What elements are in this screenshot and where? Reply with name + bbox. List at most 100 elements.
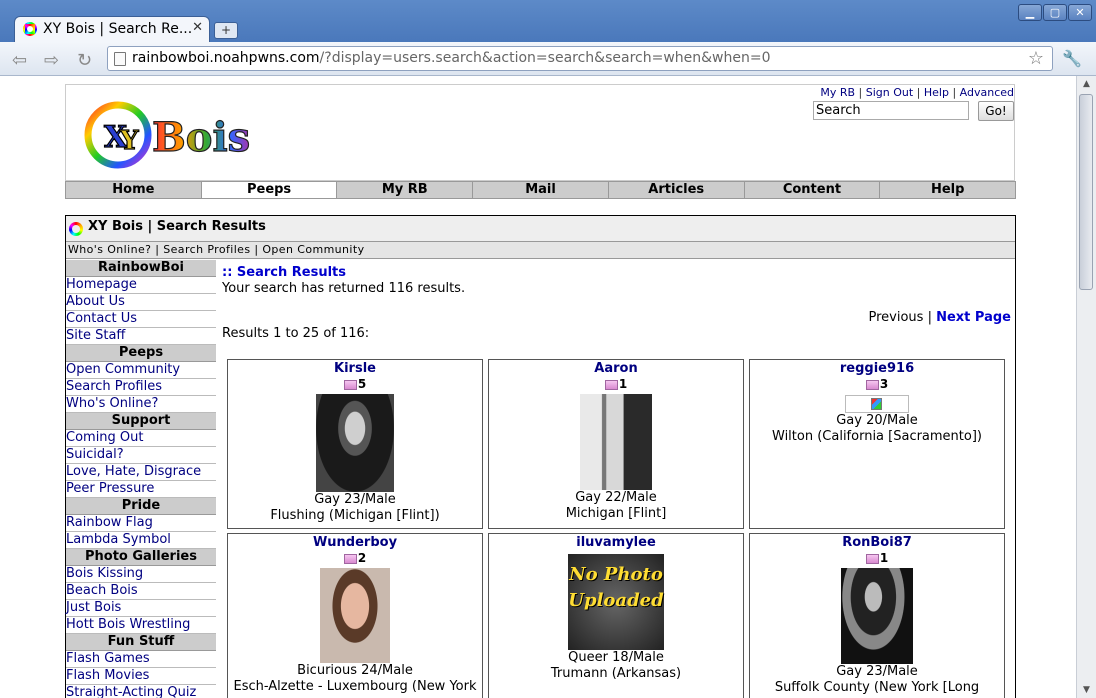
svg-text:Y: Y [119,126,139,156]
close-tab-icon[interactable]: ✕ [192,20,203,35]
sidebar-item-hott-bois-wrestling[interactable]: Hott Bois Wrestling [66,617,216,634]
username-link[interactable]: iluvamylee [489,535,743,551]
user-result-card: Wunderboy 2 Bicurious 24/Male Esch-Alzette … [227,533,483,698]
sidebar-section-title: RainbowBoi [66,260,216,277]
sidebar-item-straight-acting-quiz[interactable]: Straight-Acting Quiz [66,685,216,698]
address-url[interactable]: rainbowboi.noahpwns.com/?display=users.s… [132,50,771,66]
user-orientation-age: Gay 22/Male [575,490,657,505]
help-link[interactable]: Help [924,86,949,99]
scroll-up-arrow-icon[interactable]: ▲ [1077,76,1096,92]
browser-tab[interactable]: XY Bois | Search Re... ✕ [14,16,210,42]
username-link[interactable]: Wunderboy [228,535,482,551]
tab-title: XY Bois | Search Re... [43,21,193,37]
username-link[interactable]: Aaron [489,361,743,377]
sidebar-item-flash-movies[interactable]: Flash Movies [66,668,216,685]
sidebar-item-contact-us[interactable]: Contact Us [66,311,216,328]
user-location: Suffolk County (New York [Long [774,680,980,695]
sidebar-item-beach-bois[interactable]: Beach Bois [66,583,216,600]
username-link[interactable]: Kirsle [228,361,482,377]
new-tab-button[interactable]: + [214,22,238,39]
photo-album-icon [865,553,879,564]
sidebar-item-site-staff[interactable]: Site Staff [66,328,216,345]
forward-icon[interactable]: ⇨ [44,50,59,71]
sidebar-item-just-bois[interactable]: Just Bois [66,600,216,617]
sidebar-item-open-community[interactable]: Open Community [66,362,216,379]
photo-count [489,551,743,553]
no-photo-placeholder[interactable]: No Photo Uploaded [568,554,664,650]
site-search-input[interactable]: Search [813,101,969,120]
next-page-link[interactable]: Next Page [936,310,1011,325]
sidebar-item-love-hate-disgrace[interactable]: Love, Hate, Disgrace [66,464,216,481]
address-bar[interactable]: rainbowboi.noahpwns.com/?display=users.s… [107,46,1053,71]
page-icon [114,52,126,66]
maximize-window-button[interactable]: ▢ [1043,4,1067,21]
sidebar-item-peer-pressure[interactable]: Peer Pressure [66,481,216,498]
browser-tabstrip: XY Bois | Search Re... ✕ + ▁ ▢ ✕ [0,0,1096,42]
nav-my-rb[interactable]: My RB [337,182,474,198]
sidebar-item-homepage[interactable]: Homepage [66,277,216,294]
main-navigation: Home Peeps My RB Mail Articles Content H… [65,181,1016,199]
user-photo[interactable] [580,394,652,490]
vertical-scrollbar[interactable]: ▲ ▼ [1076,76,1096,698]
results-range: Results 1 to 25 of 116: [222,326,370,341]
photo-count: 1 [750,551,1004,567]
user-orientation-age: Gay 23/Male [314,492,396,507]
sidebar-section-title: Support [66,413,216,430]
username-link[interactable]: reggie916 [750,361,1004,377]
go-button[interactable]: Go! [978,101,1014,121]
user-result-card: iluvamylee No Photo Uploaded Queer 18/Male… [488,533,744,698]
page-viewport: X Y Bois My RB | Sign Out | Help | Advan… [0,76,1076,698]
browser-toolbar: ⇦ ⇨ ↻ rainbowboi.noahpwns.com/?display=u… [0,42,1096,76]
search-results-box: XY Bois | Search Results Who's Online? |… [65,215,1016,698]
photo-count-value: 2 [357,551,367,565]
photo-album-icon [343,379,357,390]
back-icon[interactable]: ⇦ [12,50,27,71]
sidebar-item-about-us[interactable]: About Us [66,294,216,311]
minimize-window-button[interactable]: ▁ [1018,4,1042,21]
scrollbar-thumb[interactable] [1079,94,1093,290]
sidebar-item-who-s-online[interactable]: Who's Online? [66,396,216,413]
xy-bois-logo[interactable]: X Y Bois [82,95,252,175]
close-window-button[interactable]: ✕ [1068,4,1092,21]
nav-help[interactable]: Help [880,182,1016,198]
scroll-down-arrow-icon[interactable]: ▼ [1077,682,1096,698]
user-location: Michigan [Flint] [565,506,667,521]
previous-link[interactable]: Previous [868,310,923,325]
sidebar-item-bois-kissing[interactable]: Bois Kissing [66,566,216,583]
photo-count-value: 1 [618,377,628,391]
nav-mail[interactable]: Mail [473,182,609,198]
my-rb-link[interactable]: My RB [820,86,855,99]
user-photo[interactable] [841,568,913,664]
pager: Previous | Next Page [868,310,1011,325]
advanced-link[interactable]: Advanced [960,86,1014,99]
sidebar-item-flash-games[interactable]: Flash Games [66,651,216,668]
sidebar-section-title: Fun Stuff [66,634,216,651]
user-orientation-age: Gay 20/Male [836,413,918,428]
sidebar-section-title: Pride [66,498,216,515]
user-photo[interactable] [316,394,394,492]
username-link[interactable]: RonBoi87 [750,535,1004,551]
user-orientation-age: Gay 23/Male [836,664,918,679]
broken-image-icon[interactable] [845,395,909,413]
sidebar-section-title: Peeps [66,345,216,362]
photo-album-icon [343,553,357,564]
sidebar-item-search-profiles[interactable]: Search Profiles [66,379,216,396]
nav-content[interactable]: Content [744,182,881,198]
header-links: My RB | Sign Out | Help | Advanced [820,86,1014,99]
sidebar-item-rainbow-flag[interactable]: Rainbow Flag [66,515,216,532]
user-result-card: Kirsle 5 Gay 23/Male Flushing (Michigan [Fl… [227,359,483,529]
sidebar-item-lambda-symbol[interactable]: Lambda Symbol [66,532,216,549]
user-photo[interactable] [320,568,390,663]
reload-icon[interactable]: ↻ [77,50,92,71]
sidebar-item-suicidal[interactable]: Suicidal? [66,447,216,464]
sidebar-item-coming-out[interactable]: Coming Out [66,430,216,447]
user-orientation-age: Bicurious 24/Male [297,663,413,678]
wrench-menu-icon[interactable]: 🔧 [1062,49,1082,68]
sign-out-link[interactable]: Sign Out [866,86,913,99]
nav-articles[interactable]: Articles [608,182,745,198]
sub-navigation[interactable]: Who's Online? | Search Profiles | Open C… [66,242,1015,259]
nav-peeps[interactable]: Peeps [201,182,338,198]
nav-home[interactable]: Home [66,182,202,198]
sidebar: RainbowBoi Homepage About Us Contact Us Site… [66,260,216,698]
bookmark-star-icon[interactable]: ☆ [1028,48,1044,69]
